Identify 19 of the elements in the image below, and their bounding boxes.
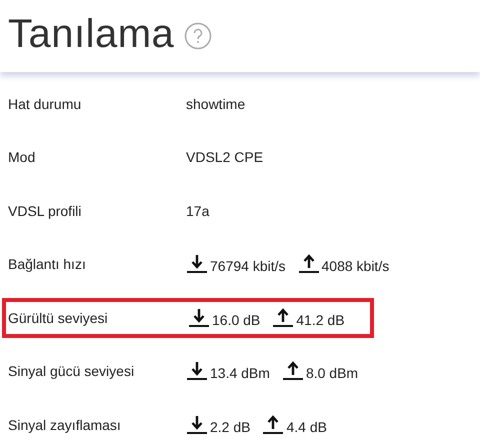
row-value: 17a	[186, 202, 210, 219]
download-value: 2.2 dB	[210, 418, 250, 435]
row-label: Hat durumu	[8, 96, 82, 112]
upload-value: 4.4 dB	[286, 418, 327, 435]
row-value: showtime	[186, 96, 246, 112]
row-label: Sinyal zayıflaması	[8, 416, 122, 433]
row-label: Sinyal gücü seviyesi	[8, 363, 136, 380]
row-value: VDSL2 CPE	[186, 149, 264, 166]
download-value: 76794 kbit/s	[210, 257, 286, 274]
upload-value: 41.2 dB	[296, 311, 345, 328]
download-value: 16.0 dB	[212, 311, 260, 328]
row-label: Gürültü seviyesi	[8, 310, 109, 326]
row-label: Mod	[8, 149, 36, 166]
upload-value: 4088 kbit/s	[322, 257, 390, 274]
upload-value: 8.0 dBm	[306, 364, 358, 382]
page-title: Tanılama	[8, 12, 174, 56]
download-value: 13.4 dBm	[210, 364, 270, 382]
row-label: VDSL profili	[8, 202, 82, 219]
row-label: Bağlantı hızı	[8, 256, 87, 272]
